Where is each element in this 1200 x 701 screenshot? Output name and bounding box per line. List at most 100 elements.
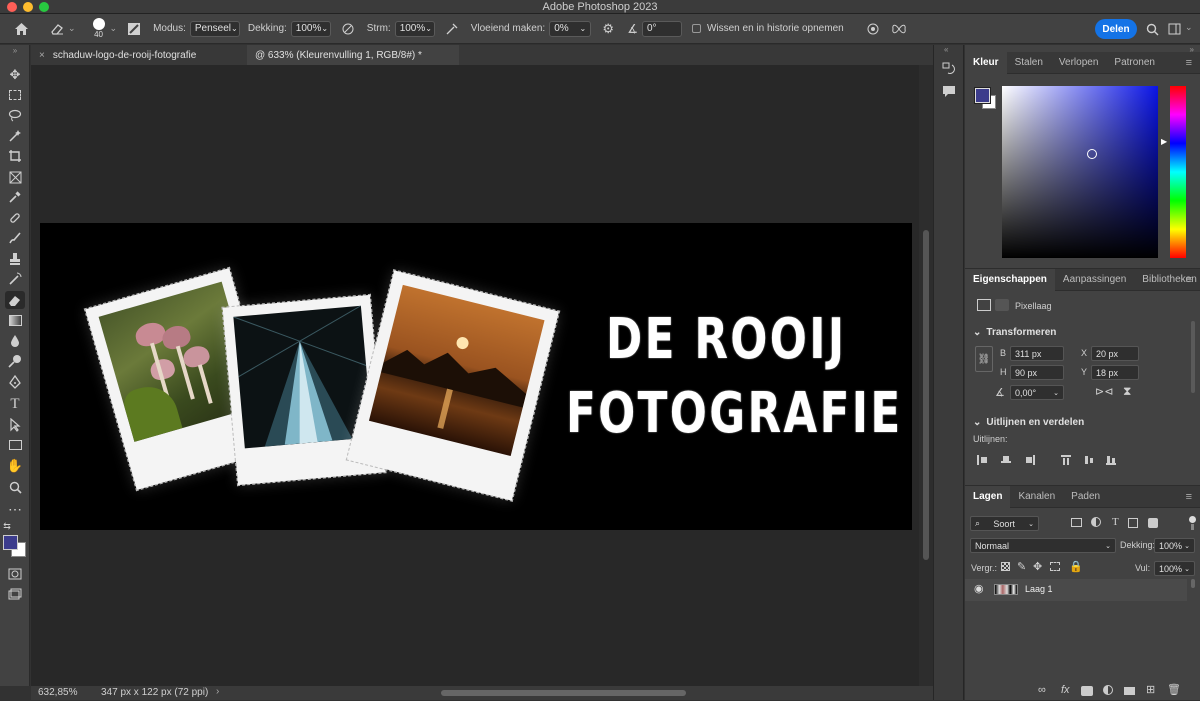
flip-horizontal-icon[interactable]: ⊳⊲ — [1095, 385, 1113, 398]
color-picker-handle[interactable] — [1087, 149, 1097, 159]
tool-preset-chevron-icon[interactable]: ⌄ — [68, 23, 76, 34]
smoothing-settings-gear-icon[interactable]: ⚙ — [597, 18, 619, 40]
healing-brush-tool-icon[interactable] — [5, 209, 25, 227]
properties-scrollbar[interactable] — [1191, 321, 1195, 393]
new-adjustment-layer-icon[interactable] — [1103, 685, 1113, 695]
horizontal-scroll-thumb[interactable] — [441, 690, 686, 696]
filter-toggle[interactable] — [1189, 516, 1196, 523]
document-tab-active[interactable]: @ 633% (Kleurenvulling 1, RGB/8#) * — [247, 45, 459, 65]
lock-image-pixels-icon[interactable]: ✎ — [1017, 560, 1026, 573]
brush-picker-chevron-icon[interactable]: ⌄ — [110, 23, 118, 34]
layer-opacity-input[interactable]: 100% ⌄ — [1154, 538, 1195, 553]
align-vertical-centers-icon[interactable] — [1084, 455, 1094, 465]
x-input[interactable]: 20 px — [1091, 346, 1139, 361]
brush-size-picker[interactable]: 40 — [90, 18, 108, 39]
pressure-size-icon[interactable] — [862, 18, 884, 40]
crop-tool-icon[interactable] — [5, 147, 25, 165]
filter-adjustment-icon[interactable] — [1091, 517, 1101, 527]
align-right-edges-icon[interactable] — [1025, 455, 1035, 465]
align-section-header[interactable]: ⌄ Uitlijnen en verdelen — [965, 413, 1084, 431]
filter-pixel-icon[interactable] — [1071, 518, 1082, 527]
align-horizontal-centers-icon[interactable] — [1001, 455, 1011, 465]
frame-tool-icon[interactable] — [5, 168, 25, 186]
zoom-tool-icon[interactable] — [5, 478, 25, 496]
smoothing-input[interactable]: 0% ⌄ — [549, 20, 592, 37]
opacity-input[interactable]: 100% ⌄ — [290, 20, 331, 37]
new-layer-icon[interactable]: ⊞ — [1146, 683, 1155, 696]
history-brush-tool-icon[interactable] — [5, 270, 25, 288]
comments-panel-icon[interactable] — [942, 85, 956, 101]
tab-layers[interactable]: Lagen — [965, 485, 1011, 508]
tab-paths[interactable]: Paden — [1063, 486, 1108, 508]
filter-type-icon[interactable]: T — [1112, 516, 1119, 528]
history-panel-icon[interactable] — [942, 62, 957, 79]
tab-swatches[interactable]: Stalen — [1007, 52, 1051, 74]
brush-tool-icon[interactable] — [5, 229, 25, 247]
layers-scrollbar[interactable] — [1191, 579, 1195, 588]
blur-tool-icon[interactable] — [5, 332, 25, 350]
status-menu-chevron-icon[interactable]: › — [216, 686, 219, 697]
layer-row[interactable]: ◉ Laag 1 — [965, 579, 1187, 601]
panel-menu-icon[interactable]: ≡ — [1186, 274, 1192, 286]
foreground-color-chip[interactable] — [974, 87, 991, 104]
document-tab[interactable]: × schaduw-logo-de-rooij-fotografie — [31, 45, 251, 65]
layer-effects-icon[interactable]: fx — [1061, 684, 1070, 696]
rectangle-tool-icon[interactable] — [5, 436, 25, 454]
screen-mode-icon[interactable] — [5, 585, 25, 603]
tab-channels[interactable]: Kanalen — [1010, 486, 1063, 508]
eraser-tool-icon[interactable] — [46, 18, 68, 40]
panel-menu-icon[interactable]: ≡ — [1186, 491, 1192, 503]
tab-patterns[interactable]: Patronen — [1106, 52, 1163, 74]
filter-shape-icon[interactable] — [1128, 518, 1138, 528]
close-tab-icon[interactable]: × — [39, 50, 45, 61]
brush-settings-icon[interactable] — [123, 18, 145, 40]
hue-slider[interactable] — [1170, 86, 1186, 258]
link-layers-icon[interactable]: ∞ — [1038, 684, 1046, 696]
hue-slider-arrow-icon[interactable]: ▶ — [1161, 137, 1167, 146]
lock-artboard-icon[interactable] — [1050, 562, 1060, 571]
clone-stamp-tool-icon[interactable] — [5, 250, 25, 268]
delete-layer-icon[interactable]: 🗑 — [1167, 683, 1181, 696]
magic-wand-tool-icon[interactable] — [5, 127, 25, 145]
align-bottom-edges-icon[interactable] — [1106, 455, 1116, 465]
marquee-tool-icon[interactable] — [5, 86, 25, 104]
tab-color[interactable]: Kleur — [965, 51, 1007, 74]
type-tool-icon[interactable]: T — [5, 395, 25, 413]
canvas-document[interactable]: DE ROOIJ FOTOGRAFIE — [40, 223, 912, 530]
home-icon[interactable] — [10, 18, 32, 40]
symmetry-butterfly-icon[interactable] — [888, 18, 910, 40]
vertical-scrollbar[interactable] — [919, 65, 933, 686]
visibility-eye-icon[interactable]: ◉ — [974, 582, 984, 595]
tab-gradients[interactable]: Verlopen — [1051, 52, 1106, 74]
tab-adjustments[interactable]: Aanpassingen — [1055, 269, 1134, 291]
add-mask-icon[interactable] — [1081, 686, 1093, 696]
lock-position-icon[interactable]: ✥ — [1033, 560, 1042, 573]
more-tools-icon[interactable]: ⋯ — [5, 500, 25, 518]
search-icon[interactable] — [1141, 18, 1163, 40]
canvas-area[interactable]: DE ROOIJ FOTOGRAFIE — [31, 65, 919, 686]
new-group-icon[interactable] — [1124, 687, 1135, 695]
lasso-tool-icon[interactable] — [5, 106, 25, 124]
filter-smart-object-icon[interactable] — [1148, 518, 1158, 528]
eraser-tool-icon[interactable] — [5, 291, 25, 309]
path-selection-tool-icon[interactable] — [5, 416, 25, 434]
fill-input[interactable]: 100% ⌄ — [1154, 561, 1195, 576]
tab-properties[interactable]: Eigenschappen — [965, 268, 1055, 291]
blend-mode-select[interactable]: Normaal ⌄ — [970, 538, 1116, 553]
eyedropper-tool-icon[interactable] — [5, 188, 25, 206]
move-tool-icon[interactable]: ✥ — [5, 66, 25, 84]
zoom-level[interactable]: 632,85% — [38, 687, 77, 698]
mode-select[interactable]: Penseel ⌄ — [189, 20, 240, 37]
airbrush-icon[interactable] — [441, 18, 463, 40]
flip-vertical-icon[interactable]: ⧗ — [1123, 384, 1131, 399]
height-input[interactable]: 90 px — [1010, 365, 1064, 380]
gradient-tool-icon[interactable] — [5, 311, 25, 329]
swap-colors-icon[interactable]: ⇆ — [2, 521, 12, 531]
pressure-opacity-icon[interactable] — [337, 18, 359, 40]
pen-tool-icon[interactable] — [5, 373, 25, 391]
erase-history-checkbox[interactable] — [691, 24, 701, 33]
collapse-toolbar-icon[interactable]: » — [5, 45, 25, 55]
lock-transparent-icon[interactable] — [1001, 562, 1010, 571]
quick-mask-icon[interactable] — [5, 565, 25, 583]
foreground-color-swatch[interactable] — [3, 535, 18, 550]
